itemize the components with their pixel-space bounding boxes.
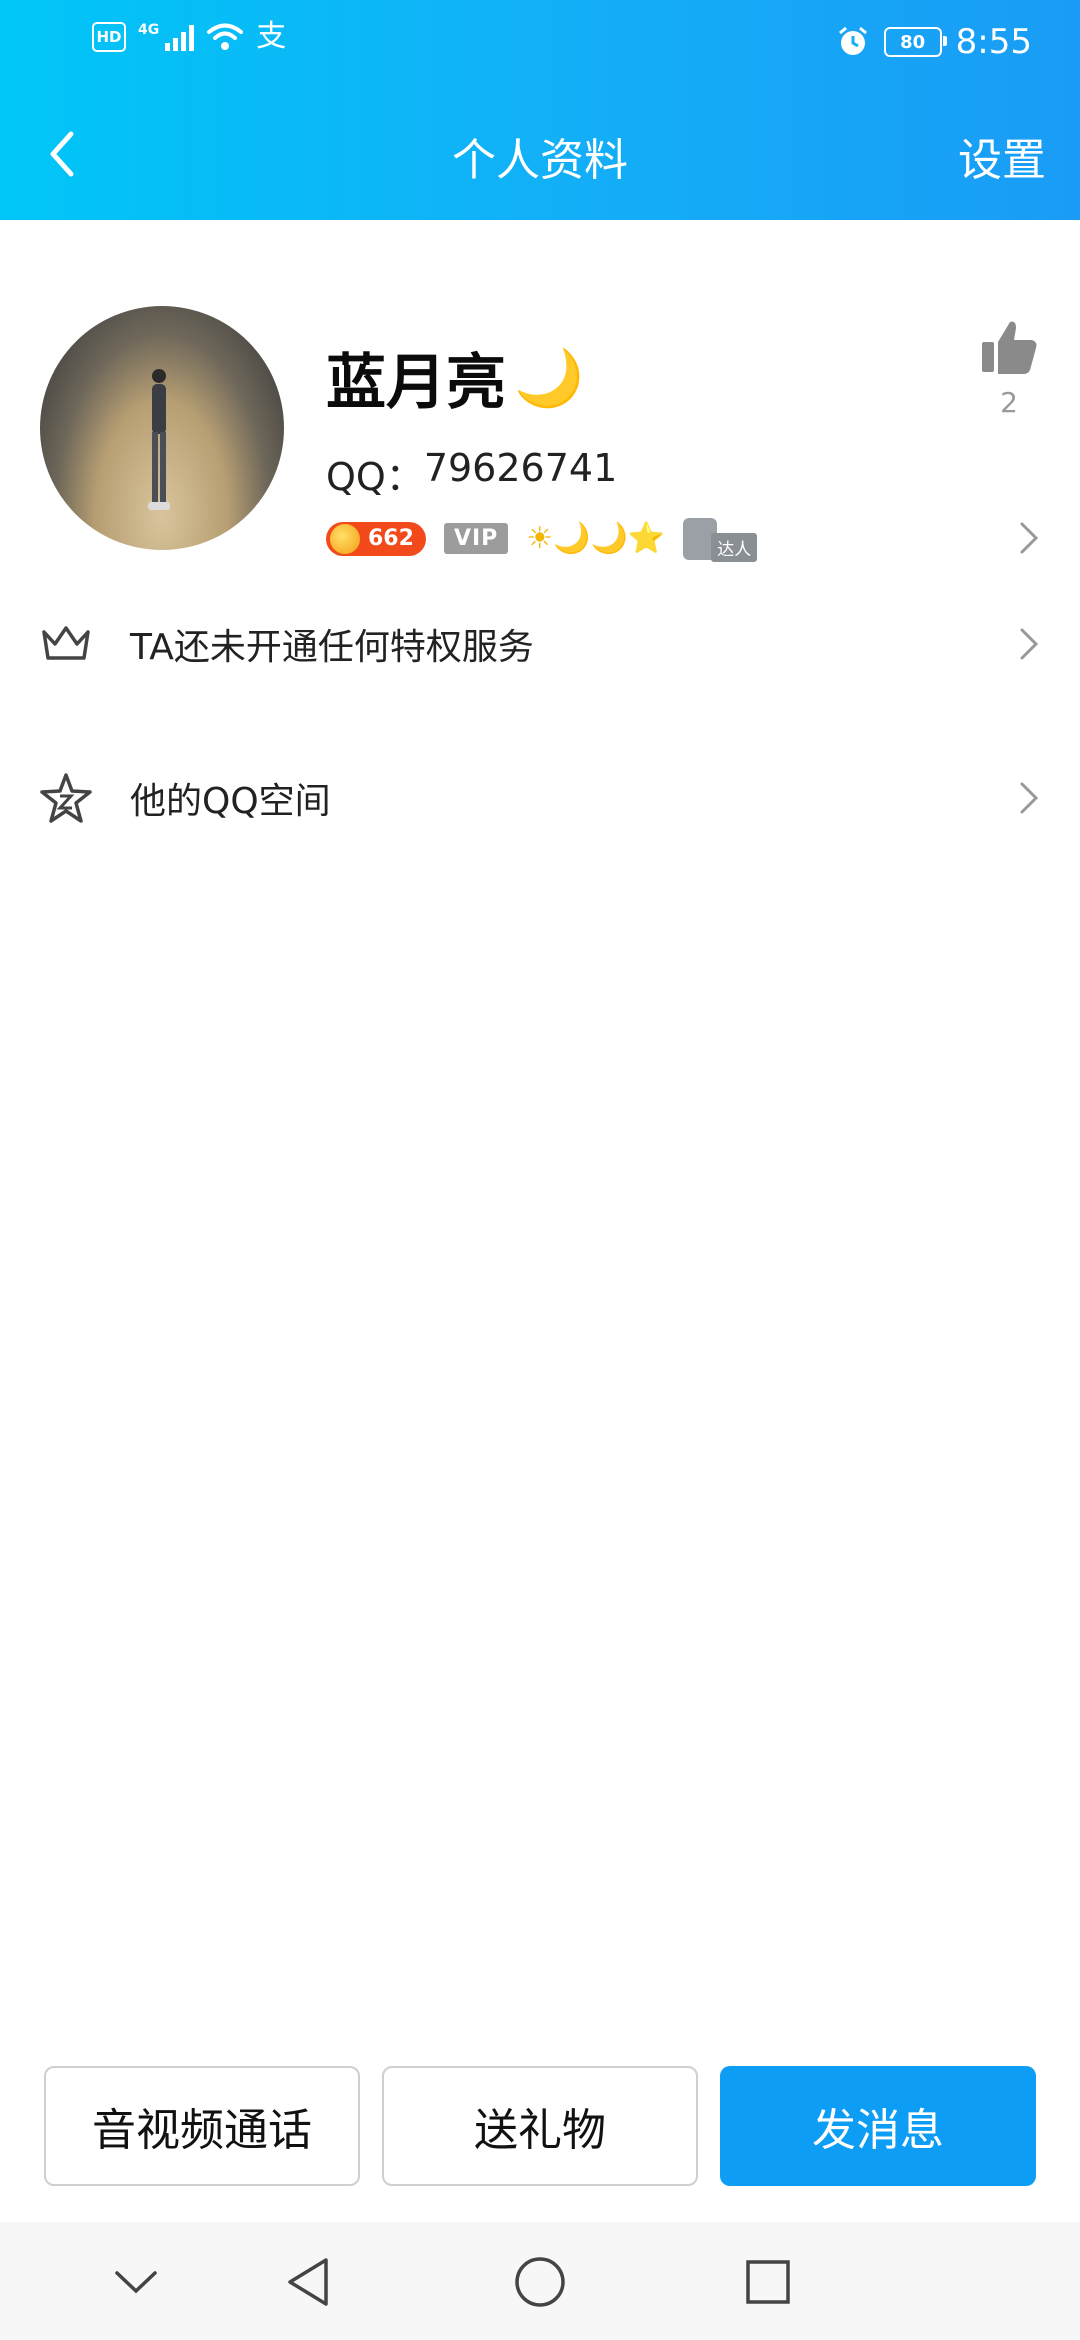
avatar[interactable]: [40, 306, 284, 550]
nav-home-button[interactable]: [510, 2252, 570, 2312]
chevron-right-icon: [1014, 624, 1044, 664]
qq-number: QQ： 79626741: [326, 446, 617, 501]
chevron-down-icon: [115, 2271, 157, 2294]
qq-label: QQ：: [326, 455, 424, 499]
coin-count: 662: [368, 526, 414, 551]
nickname-text: 蓝月亮: [326, 348, 506, 418]
alarm-icon: [838, 26, 867, 55]
crown-icon: [38, 616, 94, 672]
thumbs-up-icon: [982, 321, 1037, 374]
like-button[interactable]: 2: [974, 318, 1044, 419]
like-count: 2: [1000, 386, 1018, 419]
title-bar: 个人资料 设置: [0, 86, 1080, 220]
badges-chevron[interactable]: [1014, 518, 1044, 558]
list-item-label: TA还未开通任何特权服务: [130, 627, 534, 668]
wifi-icon: [207, 23, 244, 50]
nav-collapse-button[interactable]: [106, 2252, 166, 2312]
top-bar: HD 4G 支 80 8:55 个人资料 设置: [0, 0, 1080, 220]
list-item-label: 他的QQ空间: [130, 781, 331, 822]
back-triangle-icon: [288, 2258, 328, 2306]
signal-icon: [165, 23, 195, 51]
coin-icon: [330, 523, 360, 554]
nav-recents-button[interactable]: [738, 2252, 798, 2312]
talent-badge: 达人: [683, 515, 758, 562]
talent-label: 达人: [711, 533, 758, 562]
nav-back-button[interactable]: [278, 2252, 338, 2312]
home-circle-icon: [515, 2257, 565, 2307]
star-icon: [38, 770, 94, 826]
hd-icon: HD: [92, 22, 126, 52]
status-bar: HD 4G 支 80 8:55: [0, 0, 1080, 86]
list-item-privileges[interactable]: TA还未开通任何特权服务: [0, 594, 1080, 694]
page-title: 个人资料: [452, 135, 628, 186]
send-message-button[interactable]: 发消息: [720, 2066, 1036, 2186]
recents-square-icon: [746, 2260, 790, 2304]
pay-icon: 支: [256, 19, 287, 54]
av-call-button[interactable]: 音视频通话: [44, 2066, 360, 2186]
moon-emoji: 🌙: [514, 345, 584, 411]
network-type: 4G: [138, 22, 160, 38]
nickname: 蓝月亮 🌙: [326, 334, 584, 421]
qq-value: 79626741: [423, 446, 618, 490]
chevron-right-icon: [1014, 778, 1044, 818]
navigation-bar: [0, 2222, 1080, 2340]
list-item-qzone[interactable]: 他的QQ空间: [0, 748, 1080, 848]
vip-badge: VIP: [443, 523, 509, 554]
chevron-right-icon: [1020, 522, 1039, 554]
settings-button[interactable]: 设置: [958, 124, 1046, 188]
level-icons: ☀🌙🌙⭐: [526, 521, 666, 556]
avatar-figure: [148, 369, 170, 510]
badge-row[interactable]: 662 VIP ☀🌙🌙⭐ 达人: [326, 515, 758, 562]
clock: 8:55: [955, 22, 1032, 62]
coin-badge: 662: [326, 521, 426, 556]
send-gift-button[interactable]: 送礼物: [382, 2066, 698, 2186]
battery-indicator: 80: [883, 27, 947, 57]
